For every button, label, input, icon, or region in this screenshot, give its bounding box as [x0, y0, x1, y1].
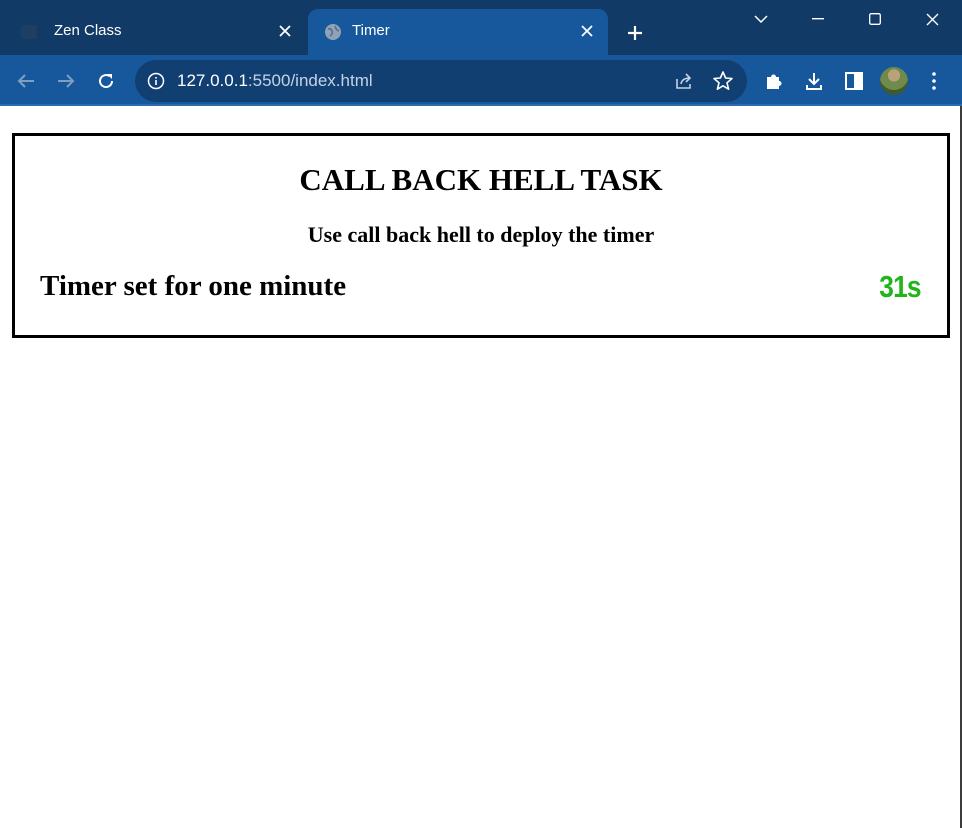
bookmark-star-icon[interactable]	[712, 70, 734, 92]
puzzle-icon	[767, 74, 782, 89]
close-window-button[interactable]	[912, 4, 952, 34]
tab-zen-class[interactable]: Zen Class	[0, 9, 306, 55]
close-icon	[926, 13, 938, 25]
share-icon[interactable]	[673, 70, 695, 92]
timer-card: CALL BACK HELL TASK Use call back hell t…	[12, 133, 950, 338]
address-bar[interactable]: 127.0.0.1:5500/index.html	[135, 60, 747, 102]
tab-search-button[interactable]	[741, 4, 781, 34]
side-panel-button[interactable]	[839, 66, 869, 96]
browser-toolbar: 127.0.0.1:5500/index.html	[0, 55, 962, 106]
page-title: CALL BACK HELL TASK	[299, 162, 663, 197]
url-text: 127.0.0.1:5500/index.html	[177, 71, 373, 91]
url-host: 127.0.0.1	[177, 71, 248, 90]
reload-icon	[99, 74, 114, 89]
more-vertical-icon	[932, 72, 936, 90]
globe-icon	[324, 23, 342, 41]
extensions-button[interactable]	[759, 66, 789, 96]
profile-avatar[interactable]	[880, 67, 908, 95]
arrow-left-icon	[17, 74, 34, 88]
timer-label: Timer set for one minute	[40, 270, 347, 302]
tab-strip: Zen Class Timer	[0, 0, 962, 55]
reload-button[interactable]	[91, 66, 121, 96]
url-path: :5500/index.html	[247, 71, 373, 90]
menu-button[interactable]	[919, 66, 949, 96]
maximize-button[interactable]	[855, 4, 895, 34]
download-icon	[806, 73, 822, 90]
side-panel-icon	[845, 72, 863, 90]
minimize-icon	[812, 18, 824, 20]
page-subtitle: Use call back hell to deploy the timer	[307, 222, 655, 247]
site-info-icon[interactable]	[147, 72, 165, 90]
tab-title: Timer	[352, 22, 390, 39]
minimize-button[interactable]	[798, 4, 838, 34]
maximize-icon	[869, 13, 881, 25]
page-viewport: CALL BACK HELL TASK Use call back hell t…	[0, 106, 960, 828]
chevron-down-icon	[754, 15, 768, 23]
close-tab-icon[interactable]	[576, 20, 598, 42]
timer-countdown: 31s	[879, 269, 922, 304]
arrow-right-icon	[58, 74, 75, 88]
tab-title: Zen Class	[54, 22, 122, 39]
back-button[interactable]	[11, 66, 41, 96]
close-tab-icon[interactable]	[274, 20, 296, 42]
plus-icon	[628, 26, 642, 40]
downloads-button[interactable]	[799, 66, 829, 96]
tab-timer[interactable]: Timer	[308, 9, 608, 55]
zen-class-favicon-icon	[20, 23, 38, 41]
forward-button[interactable]	[51, 66, 81, 96]
new-tab-button[interactable]	[620, 18, 650, 48]
